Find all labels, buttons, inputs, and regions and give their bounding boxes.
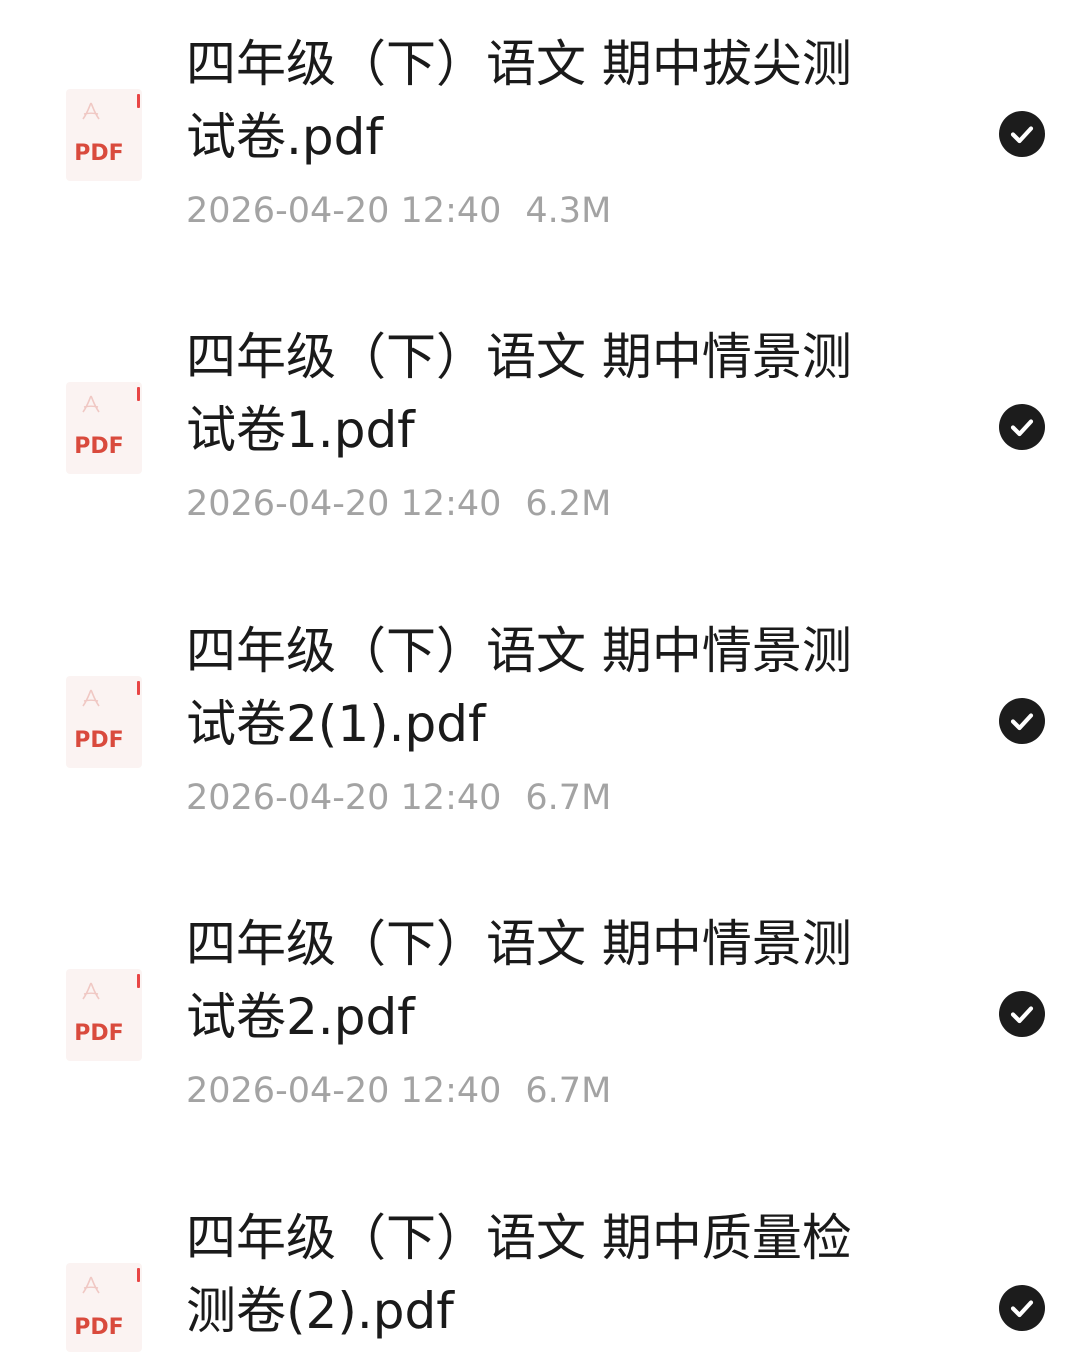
file-meta: 2026-04-20 12:40 6.7M <box>186 778 611 818</box>
file-date: 2026-04-20 12:40 <box>186 778 502 818</box>
check-circle-icon[interactable] <box>999 698 1045 744</box>
file-list-item[interactable]: PDF 四年级（下）语文 期中拔尖测试卷.pdf 2026-04-20 12:4… <box>0 0 1080 293</box>
file-date: 2026-04-20 12:40 <box>186 484 502 524</box>
bookmark-mark <box>137 1268 140 1282</box>
file-name: 四年级（下）语文 期中情景测试卷2.pdf <box>186 915 852 1046</box>
file-list-item[interactable]: PDF 四年级（下）语文 期中情景测试卷2.pdf 2026-04-20 12:… <box>0 880 1080 1173</box>
acrobat-logo-icon <box>82 689 100 707</box>
bookmark-mark <box>137 387 140 401</box>
pdf-file-icon: PDF <box>66 969 142 1061</box>
check-circle-icon[interactable] <box>999 991 1045 1037</box>
file-meta: 2026-04-20 12:40 6.2M <box>186 484 611 524</box>
file-name: 四年级（下）语文 期中质量检测卷(2).pdf <box>186 1209 852 1340</box>
check-circle-icon[interactable] <box>999 1285 1045 1331</box>
file-list-item[interactable]: PDF 四年级（下）语文 期中情景测试卷1.pdf 2026-04-20 12:… <box>0 293 1080 586</box>
file-list-item[interactable]: PDF 四年级（下）语文 期中质量检测卷(2).pdf <box>0 1174 1080 1352</box>
acrobat-logo-icon <box>82 1276 100 1294</box>
acrobat-logo-icon <box>82 395 100 413</box>
check-circle-icon[interactable] <box>999 111 1045 157</box>
file-name: 四年级（下）语文 期中拔尖测试卷.pdf <box>186 35 852 166</box>
file-size: 6.7M <box>525 1071 612 1111</box>
file-list: PDF 四年级（下）语文 期中拔尖测试卷.pdf 2026-04-20 12:4… <box>0 0 1080 1352</box>
file-size: 6.2M <box>525 484 612 524</box>
acrobat-logo-icon <box>82 102 100 120</box>
acrobat-logo-icon <box>82 982 100 1000</box>
pdf-file-icon: PDF <box>66 89 142 181</box>
pdf-type-label: PDF <box>74 1315 124 1340</box>
bookmark-mark <box>137 974 140 988</box>
pdf-type-label: PDF <box>74 728 124 753</box>
file-meta: 2026-04-20 12:40 6.7M <box>186 1071 611 1111</box>
file-name: 四年级（下）语文 期中情景测试卷1.pdf <box>186 328 852 459</box>
pdf-file-icon: PDF <box>66 382 142 474</box>
file-size: 4.3M <box>525 191 612 231</box>
pdf-type-label: PDF <box>74 434 124 459</box>
file-meta: 2026-04-20 12:40 4.3M <box>186 191 611 231</box>
pdf-file-icon: PDF <box>66 1263 142 1352</box>
file-list-item[interactable]: PDF 四年级（下）语文 期中情景测试卷2(1).pdf 2026-04-20 … <box>0 587 1080 880</box>
file-date: 2026-04-20 12:40 <box>186 1071 502 1111</box>
pdf-type-label: PDF <box>74 141 124 166</box>
pdf-type-label: PDF <box>74 1021 124 1046</box>
check-circle-icon[interactable] <box>999 404 1045 450</box>
pdf-file-icon: PDF <box>66 676 142 768</box>
file-size: 6.7M <box>525 778 612 818</box>
file-name: 四年级（下）语文 期中情景测试卷2(1).pdf <box>186 622 852 753</box>
bookmark-mark <box>137 94 140 108</box>
file-date: 2026-04-20 12:40 <box>186 191 502 231</box>
bookmark-mark <box>137 681 140 695</box>
